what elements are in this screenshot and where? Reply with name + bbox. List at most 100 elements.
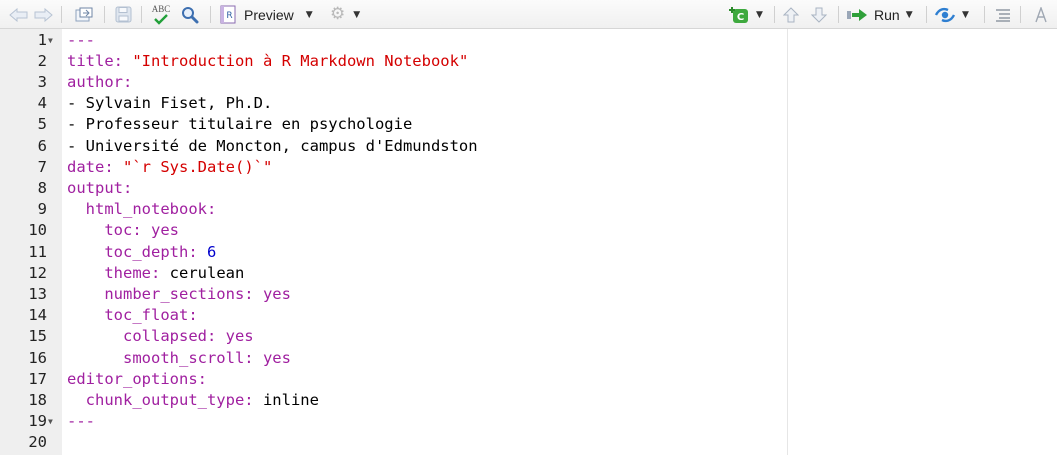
line-number: 11	[28, 242, 47, 261]
run-icon	[847, 8, 867, 21]
code-token: inline	[262, 390, 319, 409]
chevron-down-icon: ▼	[905, 9, 913, 20]
code-token: number_sections: yes	[67, 284, 291, 303]
code-text: editor_options:	[67, 369, 207, 390]
code-line[interactable]: 5 - Professeur titulaire en psychologie	[0, 114, 787, 135]
code-text: number_sections: yes	[67, 284, 291, 305]
line-number: 2	[37, 51, 47, 70]
spellcheck-icon[interactable]: ABC	[148, 0, 174, 29]
code-line[interactable]: 15 collapsed: yes	[0, 326, 787, 347]
code-text: toc_float:	[67, 305, 197, 326]
code-text: ---	[67, 30, 95, 51]
editor-toolbar: ABC R Preview ▼ ⚙ ▼ C ▼ Run ▼ ▼	[0, 0, 1057, 29]
format-icon[interactable]	[1030, 0, 1052, 29]
insert-chunk-button[interactable]: C ▼	[728, 0, 768, 29]
code-token: theme:	[67, 263, 170, 282]
line-number: 17	[28, 369, 47, 388]
publish-button[interactable]: ▼	[934, 0, 976, 29]
line-number: 1	[37, 30, 47, 49]
code-token: output:	[67, 178, 133, 197]
code-token: smooth_scroll: yes	[67, 348, 291, 367]
code-line[interactable]: 10 toc: yes	[0, 220, 787, 241]
code-line[interactable]: 14 toc_float:	[0, 305, 787, 326]
up-arrow-icon[interactable]	[780, 0, 802, 29]
insert-chunk-icon: C	[729, 6, 748, 23]
code-line[interactable]: 11 toc_depth: 6	[0, 242, 787, 263]
run-button[interactable]: Run ▼	[846, 0, 918, 29]
toolbar-separator	[926, 6, 927, 23]
code-line[interactable]: 4 - Sylvain Fiset, Ph.D.	[0, 93, 787, 114]
code-text: author:	[67, 72, 132, 93]
code-token: "`r Sys.Date()`"	[123, 157, 273, 176]
save-icon[interactable]	[112, 0, 134, 29]
code-editor[interactable]: 1 ▼ --- 2 title: "Introduction à R Markdown …	[0, 29, 1057, 455]
down-arrow-icon[interactable]	[808, 0, 830, 29]
code-line[interactable]: 7 date: "`r Sys.Date()`"	[0, 157, 787, 178]
code-line[interactable]: 20	[0, 432, 787, 453]
code-line[interactable]: 8 output:	[0, 178, 787, 199]
code-token: html_notebook:	[67, 200, 217, 219]
code-line[interactable]: 18 chunk_output_type: inline	[0, 390, 787, 411]
code-line[interactable]: 9 html_notebook:	[0, 199, 787, 220]
line-number: 8	[37, 178, 47, 197]
code-line[interactable]: 1 ▼ ---	[0, 30, 787, 51]
code-text: chunk_output_type: inline	[67, 390, 319, 411]
code-line[interactable]: 2 title: "Introduction à R Markdown Noteb…	[0, 51, 787, 72]
fold-toggle-icon[interactable]: ▼	[48, 411, 53, 432]
line-number: 12	[28, 263, 47, 282]
outline-icon[interactable]	[992, 0, 1014, 29]
code-line[interactable]: 12 theme: cerulean	[0, 263, 787, 284]
line-number: 5	[37, 115, 47, 134]
toolbar-separator	[210, 6, 211, 23]
code-token: ---	[67, 30, 95, 49]
code-text: - Université de Moncton, campus d'Edmund…	[67, 136, 478, 157]
code-line[interactable]: 13 number_sections: yes	[0, 284, 787, 305]
toolbar-separator	[984, 6, 985, 23]
code-text: theme: cerulean	[67, 263, 244, 284]
code-text: - Sylvain Fiset, Ph.D.	[67, 93, 272, 114]
preview-button[interactable]: Preview ▼	[244, 0, 324, 29]
settings-button[interactable]: ⚙ ▼	[330, 0, 370, 29]
toolbar-separator	[774, 6, 775, 23]
line-number: 13	[28, 284, 47, 303]
code-text: toc_depth: 6	[67, 242, 216, 263]
gear-icon: ⚙	[330, 4, 346, 24]
code-text: html_notebook:	[67, 199, 217, 220]
line-number: 16	[28, 348, 47, 367]
line-number: 7	[37, 157, 47, 176]
run-label: Run	[874, 6, 900, 23]
code-token: cerulean	[169, 263, 245, 282]
line-number: 18	[28, 390, 47, 409]
code-line[interactable]: 19 ▼ ---	[0, 411, 787, 432]
line-number: 19	[28, 412, 47, 431]
toolbar-separator	[61, 6, 62, 23]
code-token: editor_options:	[67, 369, 207, 388]
code-text: smooth_scroll: yes	[67, 348, 291, 369]
code-line[interactable]: 16 smooth_scroll: yes	[0, 348, 787, 369]
chevron-down-icon: ▼	[305, 9, 313, 20]
r-notebook-icon[interactable]: R	[218, 0, 238, 29]
line-number: 3	[37, 72, 47, 91]
toolbar-separator	[141, 6, 142, 23]
line-number: 20	[28, 433, 47, 452]
code-text: ---	[67, 411, 95, 432]
fold-toggle-icon[interactable]: ▼	[48, 30, 53, 51]
code-token: author:	[67, 72, 133, 91]
code-text: output:	[67, 178, 132, 199]
find-replace-icon[interactable]	[178, 0, 202, 29]
code-line[interactable]: 6 - Université de Moncton, campus d'Edmun…	[0, 136, 787, 157]
code-token: ---	[67, 412, 95, 431]
show-in-window-icon[interactable]	[72, 0, 96, 29]
toolbar-separator	[1020, 6, 1021, 23]
line-number: 10	[28, 221, 47, 240]
toolbar-separator	[104, 6, 105, 23]
code-token: 6	[206, 242, 217, 261]
line-number: 6	[37, 136, 47, 155]
forward-arrow-icon[interactable]	[32, 0, 54, 29]
code-line[interactable]: 17 editor_options:	[0, 369, 787, 390]
code-text: collapsed: yes	[67, 326, 254, 347]
back-arrow-icon[interactable]	[8, 0, 30, 29]
code-text: toc: yes	[67, 220, 179, 241]
code-token: date:	[67, 157, 123, 176]
code-line[interactable]: 3 author:	[0, 72, 787, 93]
